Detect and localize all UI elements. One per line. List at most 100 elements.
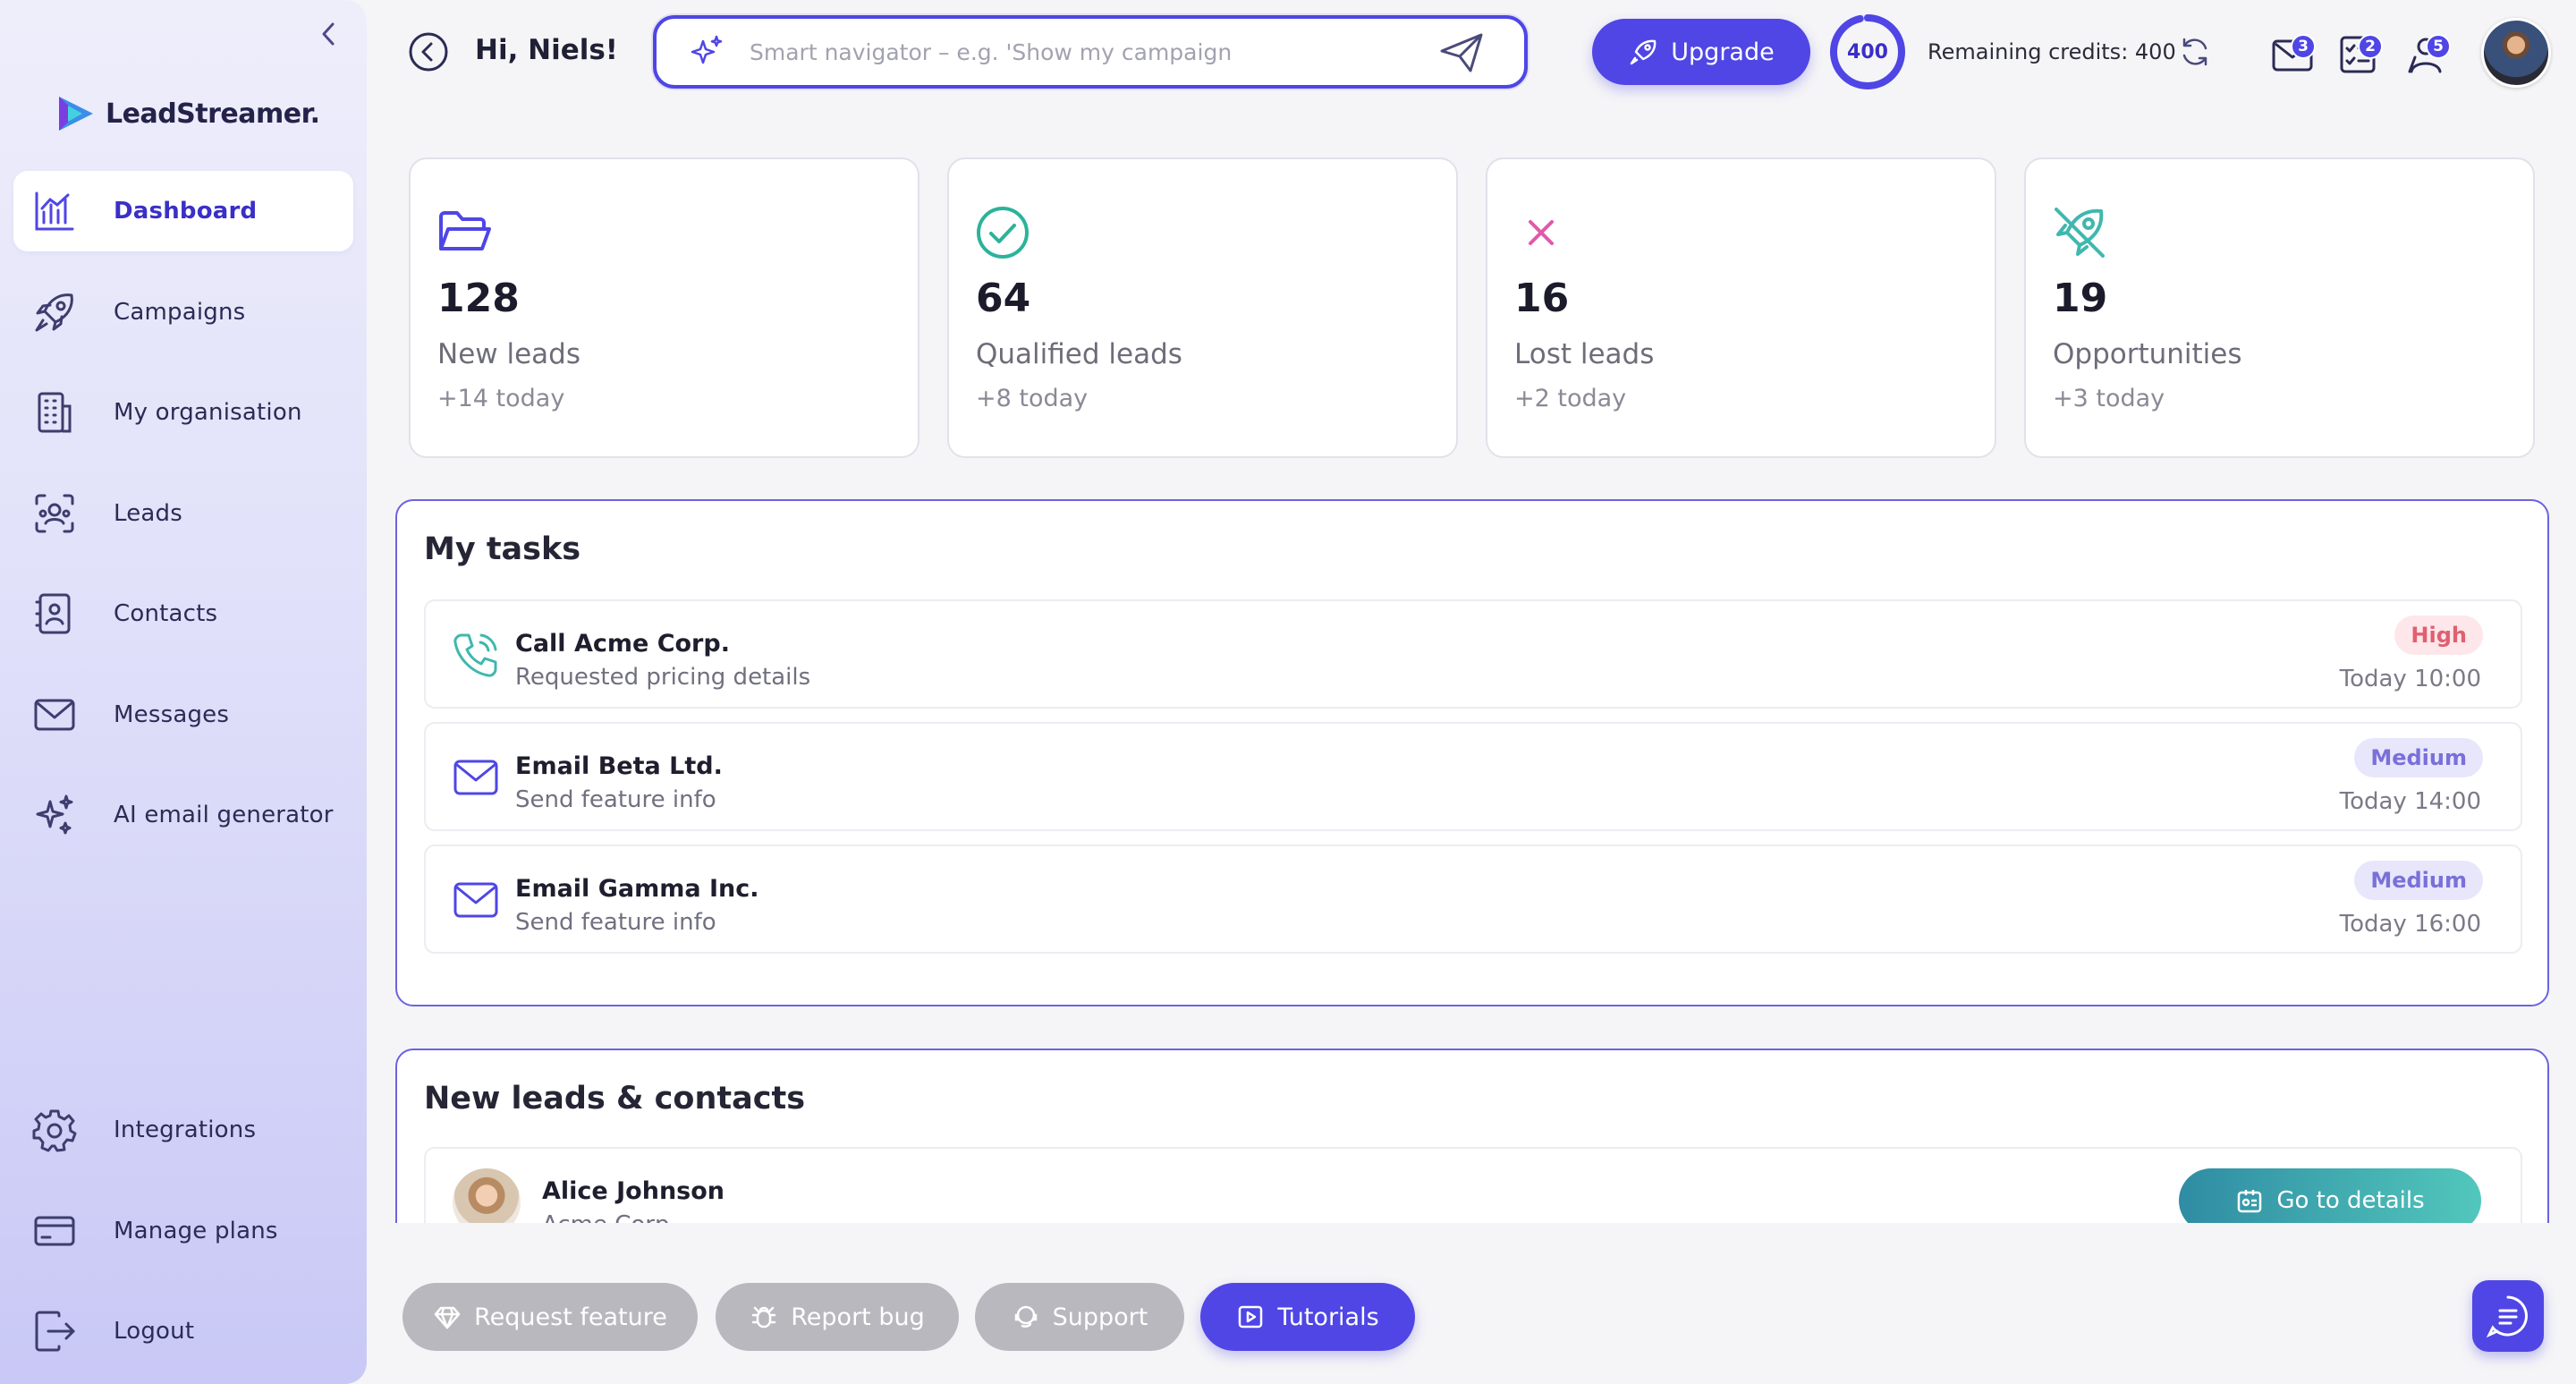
contact-book-icon: [28, 587, 81, 641]
messages-badge: 3: [2291, 34, 2316, 59]
sidebar-item-label: Logout: [114, 1318, 195, 1345]
lead-name: Alice Johnson: [542, 1177, 725, 1205]
support-label: Support: [1052, 1303, 1148, 1331]
mail-icon: [453, 882, 498, 918]
upgrade-button[interactable]: Upgrade: [1592, 19, 1810, 85]
smart-navigator-search[interactable]: [653, 15, 1528, 89]
go-to-details-button[interactable]: Go to details: [2179, 1168, 2481, 1223]
rocket-icon: [28, 285, 81, 339]
priority-badge: Medium: [2354, 861, 2483, 900]
lead-row[interactable]: Alice Johnson Acme Corp Go to details: [424, 1147, 2522, 1223]
stat-label: Lost leads: [1514, 338, 1655, 370]
sidebar-item-label: My organisation: [114, 399, 302, 426]
envelope-icon: [28, 688, 81, 742]
request-feature-button[interactable]: Request feature: [402, 1283, 698, 1351]
support-icon: [1014, 1305, 1037, 1328]
sidebar: LeadStreamer. Dashboard Campaigns My org…: [0, 0, 367, 1384]
sidebar-item-dashboard[interactable]: Dashboard: [13, 171, 353, 251]
sparkles-icon: [28, 788, 81, 842]
sidebar-item-label: Manage plans: [114, 1218, 278, 1244]
collapse-sidebar-button[interactable]: [315, 18, 342, 50]
chevron-left-icon: [322, 22, 335, 46]
sidebar-item-label: Leads: [114, 500, 183, 527]
search-input[interactable]: [750, 38, 1429, 65]
sidebar-item-label: Campaigns: [114, 299, 246, 326]
task-title: Email Beta Ltd.: [515, 752, 723, 780]
sidebar-item-manage-plans[interactable]: Manage plans: [13, 1191, 353, 1271]
phone-icon: [453, 633, 497, 677]
stat-card-lost-leads[interactable]: 16 Lost leads +2 today: [1486, 157, 1996, 458]
sidebar-item-integrations[interactable]: Integrations: [13, 1090, 353, 1170]
task-subtitle: Send feature info: [515, 909, 716, 936]
logout-icon: [28, 1304, 81, 1358]
greeting: Hi, Niels!: [475, 34, 618, 66]
logo-icon: [59, 97, 93, 131]
task-row[interactable]: Email Beta Ltd. Send feature info Medium…: [424, 722, 2522, 831]
upgrade-label: Upgrade: [1671, 38, 1775, 66]
sidebar-item-contacts[interactable]: Contacts: [13, 573, 353, 654]
building-icon: [28, 386, 81, 439]
chat-icon: [2486, 1295, 2528, 1338]
user-avatar[interactable]: [2481, 18, 2551, 88]
refresh-icon[interactable]: [2179, 36, 2211, 68]
go-to-details-label: Go to details: [2276, 1187, 2425, 1214]
stat-card-qualified-leads[interactable]: 64 Qualified leads +8 today: [947, 157, 1458, 458]
tutorials-button[interactable]: Tutorials: [1200, 1283, 1415, 1351]
stat-value: 19: [2053, 276, 2108, 321]
sidebar-item-label: Dashboard: [114, 198, 258, 225]
lead-company: Acme Corp: [542, 1211, 669, 1223]
send-icon[interactable]: [1438, 31, 1485, 74]
avatar: [453, 1168, 521, 1223]
sidebar-item-my-organisation[interactable]: My organisation: [13, 372, 353, 453]
sparkle-icon: [691, 35, 723, 64]
stat-card-new-leads[interactable]: 128 New leads +14 today: [409, 157, 919, 458]
folder-icon: [439, 211, 491, 250]
play-video-icon: [1239, 1305, 1263, 1329]
stat-delta: +8 today: [976, 385, 1089, 412]
sidebar-item-messages[interactable]: Messages: [13, 675, 353, 755]
sidebar-item-ai-email-generator[interactable]: AI email generator: [13, 775, 353, 855]
diamond-icon: [434, 1306, 461, 1329]
priority-badge: High: [2394, 616, 2483, 655]
sidebar-item-leads[interactable]: Leads: [13, 473, 353, 554]
rocket-icon: [1631, 39, 1657, 65]
task-row[interactable]: Call Acme Corp. Requested pricing detail…: [424, 599, 2522, 709]
support-button[interactable]: Support: [975, 1283, 1184, 1351]
back-button[interactable]: [408, 31, 449, 72]
mail-icon: [453, 760, 498, 795]
task-title: Email Gamma Inc.: [515, 875, 759, 903]
report-bug-label: Report bug: [791, 1303, 925, 1331]
face-scan-icon: [28, 487, 81, 540]
remaining-credits: Remaining credits: 400: [1928, 39, 2176, 64]
stat-label: New leads: [437, 338, 580, 370]
rocket-off-icon: [2055, 208, 2105, 258]
sidebar-item-logout[interactable]: Logout: [13, 1291, 353, 1371]
tutorials-label: Tutorials: [1277, 1303, 1379, 1331]
brand-name: LeadStreamer.: [106, 98, 320, 130]
report-bug-button[interactable]: Report bug: [716, 1283, 959, 1351]
tasks-badge: 2: [2358, 34, 2383, 59]
stat-label: Qualified leads: [976, 338, 1182, 370]
chat-button[interactable]: [2472, 1280, 2544, 1352]
x-icon: [1529, 220, 1554, 245]
stat-card-opportunities[interactable]: 19 Opportunities +3 today: [2024, 157, 2535, 458]
brand-logo[interactable]: LeadStreamer.: [55, 93, 320, 134]
sidebar-item-campaigns[interactable]: Campaigns: [13, 272, 353, 352]
gear-icon: [28, 1103, 81, 1157]
stat-delta: +14 today: [437, 385, 565, 412]
task-time: Today 16:00: [2339, 911, 2481, 938]
sidebar-item-label: Messages: [114, 701, 230, 728]
request-feature-label: Request feature: [474, 1303, 667, 1331]
stat-label: Opportunities: [2053, 338, 2242, 370]
sidebar-item-label: AI email generator: [114, 802, 334, 828]
arrow-left-circle-icon: [409, 32, 448, 72]
task-subtitle: Requested pricing details: [515, 664, 811, 691]
task-time: Today 14:00: [2339, 788, 2481, 815]
stat-value: 64: [976, 276, 1031, 321]
chart-icon: [28, 184, 81, 238]
bug-icon: [752, 1306, 776, 1329]
new-leads-scroll-area[interactable]: New leads & contacts Alice Johnson Acme …: [395, 1049, 2551, 1223]
leads-badge: 5: [2426, 34, 2451, 59]
panel-title: New leads & contacts: [424, 1081, 806, 1117]
task-row[interactable]: Email Gamma Inc. Send feature info Mediu…: [424, 845, 2522, 954]
